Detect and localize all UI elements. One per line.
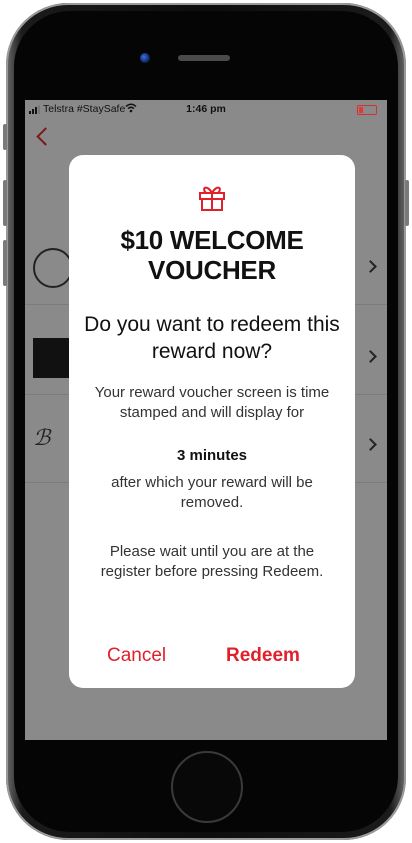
- app-screen: Telstra #StaySafe 1:46 pm ℬ $10 WELCOME …: [25, 100, 387, 740]
- venue-logo: [33, 248, 73, 288]
- chevron-right-icon: [364, 438, 377, 451]
- battery-icon: [357, 105, 377, 115]
- status-bar: Telstra #StaySafe 1:46 pm: [25, 100, 387, 118]
- chevron-right-icon: [364, 350, 377, 363]
- mute-switch: [3, 124, 7, 150]
- redeem-question: Do you want to redeem this reward now?: [84, 313, 340, 363]
- front-camera: [140, 53, 150, 63]
- chevron-right-icon: [364, 260, 377, 273]
- status-time: 1:46 pm: [186, 103, 226, 115]
- home-button[interactable]: [171, 751, 243, 823]
- voucher-title: $10 WELCOME VOUCHER: [120, 225, 304, 285]
- gift-icon: [199, 186, 225, 211]
- redeem-dialog: $10 WELCOME VOUCHER Do you want to redee…: [69, 155, 355, 688]
- venue-logo: [33, 338, 73, 378]
- register-notice: Please wait until you are at the registe…: [100, 543, 324, 580]
- volume-down-button: [3, 240, 7, 286]
- volume-up-button: [3, 180, 7, 226]
- info-text-2: after which your reward will be removed.: [111, 474, 313, 511]
- power-button: [405, 180, 409, 226]
- venue-logo: ℬ: [33, 426, 51, 451]
- redeem-button[interactable]: Redeem: [226, 645, 300, 667]
- earpiece-speaker: [178, 55, 230, 61]
- cancel-button[interactable]: Cancel: [107, 645, 166, 667]
- chevron-left-icon[interactable]: [36, 127, 55, 146]
- duration-text: 3 minutes: [176, 447, 248, 464]
- info-text: Your reward voucher screen is time stamp…: [94, 384, 330, 421]
